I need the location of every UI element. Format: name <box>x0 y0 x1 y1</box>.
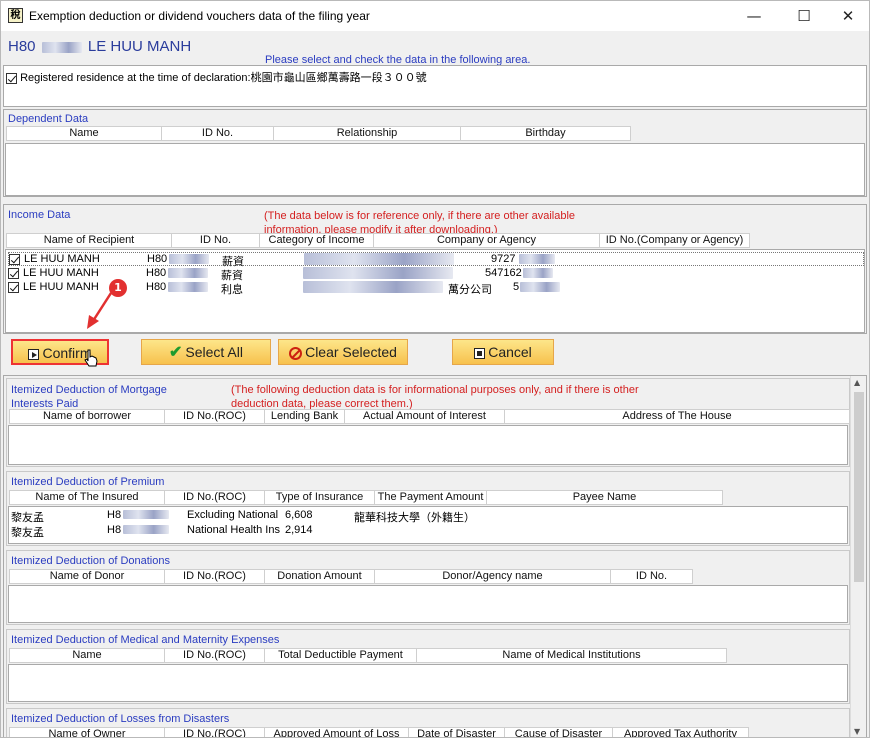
close-button[interactable]: ✕ <box>825 1 869 31</box>
col-insured: Name of The Insured <box>9 490 165 505</box>
premium-title: Itemized Deduction of Premium <box>11 476 165 488</box>
col-agency-id: ID No. <box>611 569 693 584</box>
col-roc-id: ID No.(ROC) <box>165 648 265 663</box>
annotation-arrow <box>87 292 113 329</box>
col-address: Address of The House <box>505 409 850 424</box>
insured-id: H8 <box>107 524 122 536</box>
col-roc-id: ID No.(ROC) <box>165 569 265 584</box>
donations-title: Itemized Deduction of Donations <box>11 555 170 567</box>
col-institutions: Name of Medical Institutions <box>417 648 727 663</box>
payment-amount: 6,608 <box>285 509 313 521</box>
medical-grid[interactable] <box>8 664 848 702</box>
mortgage-grid[interactable] <box>8 425 848 465</box>
payment-amount: 2,914 <box>285 524 313 536</box>
donations-header: Name of Donor ID No.(ROC) Donation Amoun… <box>9 569 693 584</box>
scroll-up-icon[interactable]: ▲ <box>854 378 860 387</box>
donations-grid[interactable] <box>8 585 848 623</box>
col-roc-id: ID No.(ROC) <box>165 490 265 505</box>
vertical-scrollbar[interactable]: ▲ ▼ <box>850 376 866 737</box>
col-bank: Lending Bank <box>265 409 345 424</box>
medical-header: Name ID No.(ROC) Total Deductible Paymen… <box>9 648 727 663</box>
disasters-header: Name of Owner ID No.(ROC) Approved Amoun… <box>9 727 749 737</box>
title-bar[interactable]: 稅 Exemption deduction or dividend vouche… <box>1 1 869 31</box>
table-row[interactable]: 黎友孟 H8 National Health Ins 2,914 <box>11 524 841 539</box>
maximize-button[interactable]: ☐ <box>781 1 827 31</box>
redacted-mask <box>123 525 169 534</box>
disasters-section: Itemized Deduction of Losses from Disast… <box>6 708 850 737</box>
dialog-window: 稅 Exemption deduction or dividend vouche… <box>0 0 870 738</box>
insured-name: 黎友孟 <box>11 512 44 524</box>
table-row[interactable]: 黎友孟 H8 Excluding National 6,608 龍華科技大學（外… <box>11 509 841 524</box>
premium-section: Itemized Deduction of Premium Name of Th… <box>6 471 850 546</box>
col-authority: Approved Tax Authority <box>613 727 749 737</box>
col-insurance-type: Type of Insurance <box>265 490 375 505</box>
col-borrower: Name of borrower <box>9 409 165 424</box>
mortgage-note: (The following deduction data is for inf… <box>231 384 639 409</box>
mortgage-header: Name of borrower ID No.(ROC) Lending Ban… <box>9 409 850 424</box>
disasters-title: Itemized Deduction of Losses from Disast… <box>11 713 230 725</box>
col-donor: Name of Donor <box>9 569 165 584</box>
insured-name: 黎友孟 <box>11 527 44 539</box>
deductions-scroll-area[interactable]: Itemized Deduction of Mortgage Interests… <box>3 375 867 737</box>
col-date: Date of Disaster <box>409 727 505 737</box>
annotation-badge: 1 <box>109 279 127 297</box>
minimize-button[interactable]: — <box>731 1 777 31</box>
payee-name: 龍華科技大學（外籍生） <box>354 512 475 524</box>
scroll-down-icon[interactable]: ▼ <box>854 727 860 736</box>
col-owner: Name of Owner <box>9 727 165 737</box>
col-payee: Payee Name <box>487 490 723 505</box>
insured-id: H8 <box>107 509 122 521</box>
medical-section: Itemized Deduction of Medical and Matern… <box>6 629 850 704</box>
mortgage-section: Itemized Deduction of Mortgage Interests… <box>6 378 850 467</box>
hand-cursor-icon <box>84 349 98 367</box>
redacted-mask <box>123 510 169 519</box>
col-roc-id: ID No.(ROC) <box>165 409 265 424</box>
dialog-content: H80 LE HUU MANH Please select and check … <box>1 31 869 737</box>
window-title: Exemption deduction or dividend vouchers… <box>29 9 370 23</box>
insurance-type: National Health Ins <box>187 524 280 536</box>
col-deductible: Total Deductible Payment <box>265 648 417 663</box>
col-payment: The Payment Amount <box>375 490 487 505</box>
premium-header: Name of The Insured ID No.(ROC) Type of … <box>9 490 723 505</box>
scrollbar-thumb[interactable] <box>854 392 864 582</box>
medical-title: Itemized Deduction of Medical and Matern… <box>11 634 280 646</box>
tax-app-icon: 稅 <box>8 8 23 23</box>
col-agency: Donor/Agency name <box>375 569 611 584</box>
col-name: Name <box>9 648 165 663</box>
donations-section: Itemized Deduction of Donations Name of … <box>6 550 850 625</box>
col-cause: Cause of Disaster <box>505 727 613 737</box>
col-roc-id: ID No.(ROC) <box>165 727 265 737</box>
mortgage-title: Itemized Deduction of Mortgage Interests… <box>11 384 167 409</box>
col-interest: Actual Amount of Interest <box>345 409 505 424</box>
col-loss: Approved Amount of Loss <box>265 727 409 737</box>
insurance-type: Excluding National <box>187 509 279 521</box>
premium-grid[interactable]: 黎友孟 H8 Excluding National 6,608 龍華科技大學（外… <box>8 506 848 544</box>
col-donation-amount: Donation Amount <box>265 569 375 584</box>
